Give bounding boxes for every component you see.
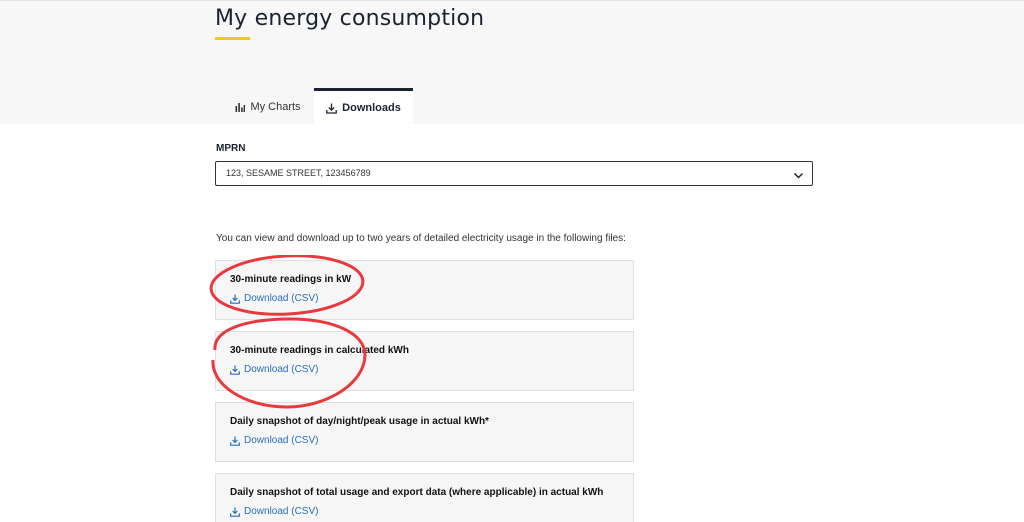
mprn-select[interactable]: 123, SESAME STREET, 123456789 xyxy=(215,161,813,186)
page-title: My energy consumption xyxy=(215,6,485,31)
download-csv-label: Download (CSV) xyxy=(244,293,319,304)
download-card-30min-kw: 30-minute readings in kW Download (CSV) xyxy=(215,260,634,320)
tab-downloads-label: Downloads xyxy=(342,102,401,114)
download-icon xyxy=(230,294,240,304)
tab-my-charts[interactable]: My Charts xyxy=(222,88,314,125)
card-title: Daily snapshot of total usage and export… xyxy=(230,487,604,498)
download-icon xyxy=(326,103,338,114)
download-csv-label: Download (CSV) xyxy=(244,364,319,375)
card-title: 30-minute readings in calculated kWh xyxy=(230,345,409,356)
mprn-selected-value: 123, SESAME STREET, 123456789 xyxy=(226,168,371,178)
download-csv-link[interactable]: Download (CSV) xyxy=(230,293,318,304)
title-underline xyxy=(215,37,250,40)
tab-downloads[interactable]: Downloads xyxy=(314,88,413,125)
download-icon xyxy=(230,436,240,446)
download-card-30min-kwh: 30-minute readings in calculated kWh Dow… xyxy=(215,331,634,391)
download-csv-link[interactable]: Download (CSV) xyxy=(230,506,318,517)
download-csv-link[interactable]: Download (CSV) xyxy=(230,364,318,375)
download-card-daily-day-night-peak: Daily snapshot of day/night/peak usage i… xyxy=(215,402,634,462)
bar-chart-icon xyxy=(235,102,246,112)
download-csv-label: Download (CSV) xyxy=(244,435,319,446)
chevron-down-icon xyxy=(793,168,804,186)
download-csv-label: Download (CSV) xyxy=(244,506,319,517)
header-bar: My energy consumption My Charts Download… xyxy=(0,0,1024,125)
card-title: Daily snapshot of day/night/peak usage i… xyxy=(230,416,489,427)
card-title: 30-minute readings in kW xyxy=(230,274,352,285)
download-card-daily-total-export: Daily snapshot of total usage and export… xyxy=(215,473,634,522)
tab-my-charts-label: My Charts xyxy=(250,100,301,113)
intro-text: You can view and download up to two year… xyxy=(216,233,626,244)
mprn-label: MPRN xyxy=(216,143,246,154)
download-icon xyxy=(230,507,240,517)
download-csv-link[interactable]: Download (CSV) xyxy=(230,435,318,446)
download-icon xyxy=(230,365,240,375)
